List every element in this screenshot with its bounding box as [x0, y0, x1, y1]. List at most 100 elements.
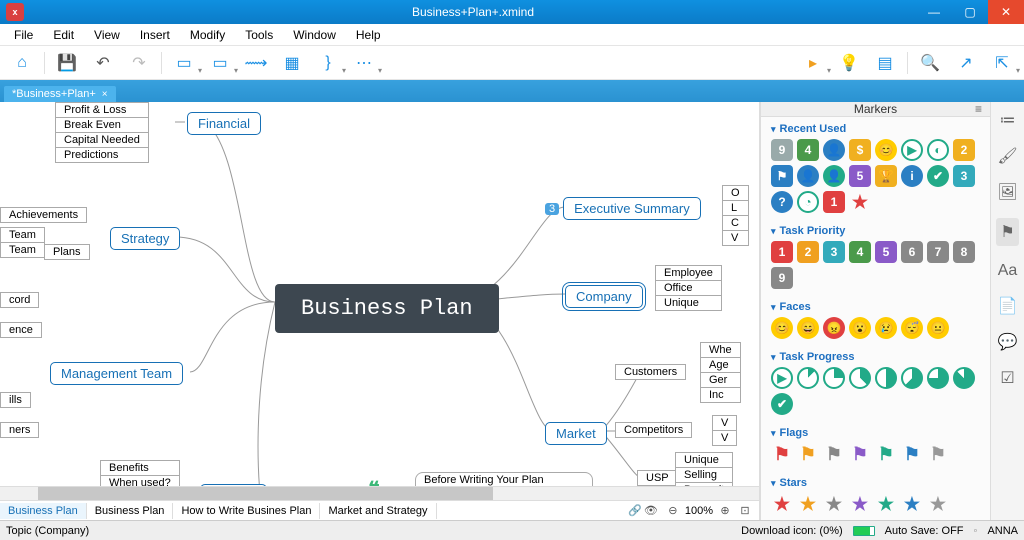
marker-progress-icon[interactable]	[901, 367, 923, 389]
section-header[interactable]: Flags	[771, 427, 980, 439]
format-icon[interactable]: 🖌	[997, 146, 1017, 166]
section-header[interactable]: Recent Used	[771, 123, 980, 135]
leaf[interactable]: Benefits	[100, 460, 180, 475]
management-items[interactable]: cord	[0, 292, 39, 308]
marker-check-icon[interactable]: ✔	[927, 165, 949, 187]
menu-window[interactable]: Window	[283, 26, 346, 44]
marker-star-icon[interactable]: ★	[927, 493, 949, 515]
idea-button[interactable]: 💡	[835, 49, 863, 77]
branch-exec[interactable]: 3 Executive Summary	[545, 197, 701, 220]
marker[interactable]: 5	[849, 165, 871, 187]
gantt-button[interactable]: ▤	[871, 49, 899, 77]
redo-button[interactable]: ↷	[125, 49, 153, 77]
floating-topic[interactable]: Before Writing Your Plan How Long Should…	[415, 472, 593, 486]
image-icon[interactable]: 🖼	[997, 182, 1017, 202]
marker-face-icon[interactable]: 😊	[771, 317, 793, 339]
undo-button[interactable]: ↶	[89, 49, 117, 77]
zoom-out-button[interactable]: ⊖	[665, 504, 681, 517]
maximize-button[interactable]: ▢	[952, 0, 988, 24]
leaf[interactable]: Proposit	[675, 482, 733, 486]
menu-help[interactable]: Help	[346, 26, 391, 44]
leaf[interactable]: Break Even	[55, 117, 149, 132]
home-button[interactable]: ⌂	[8, 49, 36, 77]
marker[interactable]: ?	[771, 191, 793, 213]
leaf[interactable]: Unique	[655, 295, 722, 311]
marker-flag-icon[interactable]: ⚑	[875, 443, 897, 465]
menu-modify[interactable]: Modify	[180, 26, 235, 44]
boundary-button[interactable]: ▦	[278, 49, 306, 77]
leaf[interactable]: Team	[0, 242, 45, 258]
market-usp[interactable]: USP	[637, 470, 678, 486]
leaf[interactable]: ners	[0, 422, 39, 438]
financial-items[interactable]: Profit & Loss Break Even Capital Needed …	[55, 102, 149, 163]
branch-company[interactable]: Company	[565, 285, 643, 308]
leaf[interactable]: Ger	[700, 372, 741, 387]
leaf[interactable]: Office	[655, 280, 722, 295]
sheet-tab[interactable]: Business Plan	[87, 503, 174, 519]
leaf[interactable]: V	[712, 430, 737, 446]
marker-half-icon[interactable]: ◐	[927, 139, 949, 161]
marker-priority[interactable]: 1	[771, 241, 793, 263]
marker-priority[interactable]: 6	[901, 241, 923, 263]
marker[interactable]: 9	[771, 139, 793, 161]
export-button[interactable]: ⇱	[988, 49, 1016, 77]
marker-play-icon[interactable]: ▶	[901, 139, 923, 161]
branch-management[interactable]: Management Team	[50, 362, 183, 385]
marker-star-icon[interactable]: ★	[901, 493, 923, 515]
subtopic-button[interactable]: ▭	[206, 49, 234, 77]
product-items[interactable]: Benefits When used? How used?	[100, 460, 180, 486]
marker-face-icon[interactable]: 😴	[901, 317, 923, 339]
search-button[interactable]: 🔍	[916, 49, 944, 77]
presentation-button[interactable]: ▸	[799, 49, 827, 77]
marker-star-icon[interactable]: ★	[875, 493, 897, 515]
leaf[interactable]: Whe	[700, 342, 741, 357]
leaf[interactable]: Before Writing Your Plan	[415, 472, 593, 486]
marker[interactable]: ◔	[797, 191, 819, 213]
marker-flag-icon[interactable]: ⚑	[797, 443, 819, 465]
menu-file[interactable]: File	[4, 26, 43, 44]
marker-progress-icon[interactable]	[953, 367, 975, 389]
market-competitors[interactable]: Competitors	[615, 422, 692, 438]
marker-progress-icon[interactable]: ✔	[771, 393, 793, 415]
marker-progress-icon[interactable]: ▶	[771, 367, 793, 389]
marker-face-icon[interactable]: 😄	[797, 317, 819, 339]
marker-priority[interactable]: 8	[953, 241, 975, 263]
zoom-fit-button[interactable]: ⊡	[737, 504, 753, 517]
sheet-tab[interactable]: How to Write Busines Plan	[173, 503, 320, 519]
company-items[interactable]: Employee Office Unique	[655, 265, 722, 311]
leaf[interactable]: Unique	[675, 452, 733, 467]
strategy-teams[interactable]: Team Team	[0, 227, 45, 258]
marker[interactable]: 4	[797, 139, 819, 161]
strategy-achievements[interactable]: Achievements	[0, 207, 87, 223]
customer-items[interactable]: Whe Age Ger Inc	[700, 342, 741, 403]
marker-smile-icon[interactable]: 😊	[875, 139, 897, 161]
menu-tools[interactable]: Tools	[235, 26, 283, 44]
marker-flag-icon[interactable]: ⚑	[849, 443, 871, 465]
marker[interactable]: $	[849, 139, 871, 161]
leaf[interactable]: Inc	[700, 387, 741, 403]
marker[interactable]: 3	[953, 165, 975, 187]
leaf[interactable]: Team	[0, 227, 45, 242]
marker-priority[interactable]: 9	[771, 267, 793, 289]
marker-flag-icon[interactable]: ⚑	[823, 443, 845, 465]
menu-insert[interactable]: Insert	[130, 26, 180, 44]
marker-flag-icon[interactable]: ⚑	[901, 443, 923, 465]
leaf[interactable]: When used?	[100, 475, 180, 486]
marker-progress-icon[interactable]	[823, 367, 845, 389]
sheet-tab[interactable]: Market and Strategy	[320, 503, 436, 519]
marker-progress-icon[interactable]	[927, 367, 949, 389]
leaf[interactable]: cord	[0, 292, 39, 308]
marker-priority[interactable]: 7	[927, 241, 949, 263]
market-customers[interactable]: Customers	[615, 364, 686, 380]
branch-strategy[interactable]: Strategy	[110, 227, 180, 250]
task-icon[interactable]: ☑	[1000, 368, 1014, 388]
marker-progress-icon[interactable]	[849, 367, 871, 389]
close-tab-button[interactable]: ×	[102, 89, 108, 100]
leaf[interactable]: ills	[0, 392, 31, 408]
management-items3[interactable]: ills	[0, 392, 31, 408]
outline-icon[interactable]: ≔	[1000, 110, 1016, 130]
leaf[interactable]: V	[712, 415, 737, 430]
marker-star-icon[interactable]: ★	[771, 493, 793, 515]
document-tab[interactable]: *Business+Plan+ ×	[4, 86, 116, 102]
mindmap-canvas[interactable]: Business Plan Financial Profit & Loss Br…	[0, 102, 759, 486]
